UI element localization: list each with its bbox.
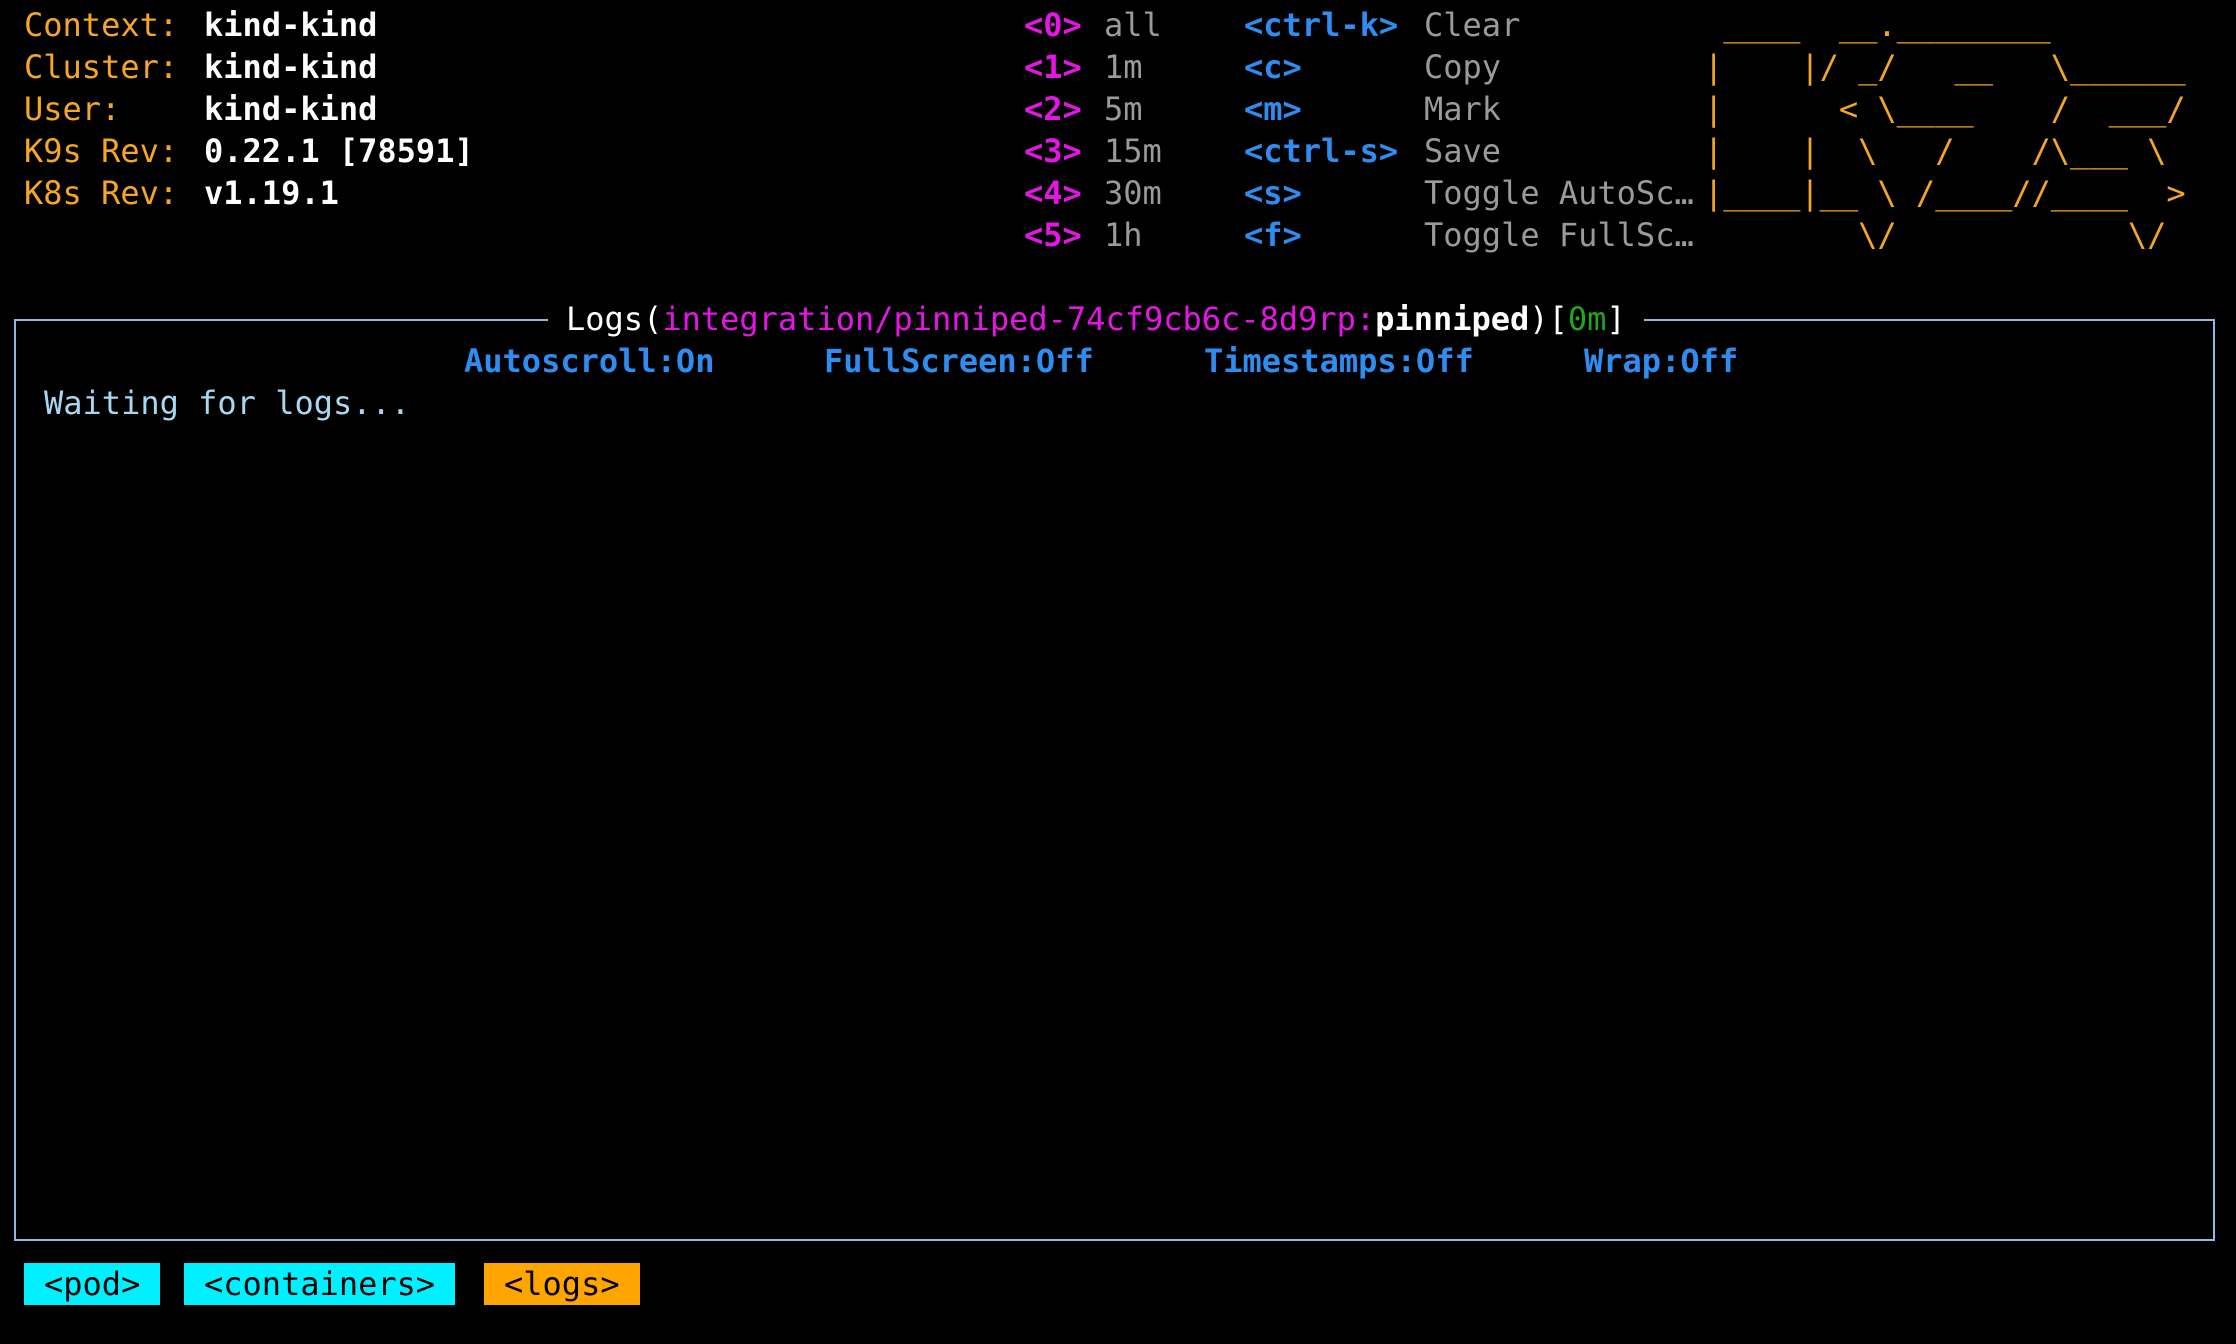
hotkey-c[interactable]: <c> (1244, 46, 1302, 88)
pod-path: integration/pinniped-74cf9cb6c-8d9rp: (662, 300, 1376, 338)
hotkey-ctrl-k[interactable]: <ctrl-k> (1244, 4, 1398, 46)
hotkey-f[interactable]: <f> (1244, 214, 1302, 256)
hotkey-1-desc: 1m (1104, 48, 1143, 86)
logo-line: \/ \/ (1704, 216, 2186, 254)
hotkey-s[interactable]: <s> (1244, 172, 1302, 214)
logo-line: | | \ / /\___ \ (1704, 132, 2186, 170)
title-prefix: Logs( (566, 300, 663, 338)
k8s-rev-label: K8s Rev: (24, 174, 179, 212)
hotkey-3[interactable]: <3> (1024, 130, 1082, 172)
title-end: ] (1606, 300, 1626, 338)
hotkey-0-desc: all (1104, 6, 1162, 44)
title-close: )[ (1529, 300, 1568, 338)
hotkey-4[interactable]: <4> (1024, 172, 1082, 214)
user-label: User: (24, 90, 121, 128)
k8s-rev-value: v1.19.1 (204, 174, 339, 212)
context-label: Context: (24, 6, 179, 44)
autoscroll-status: Autoscroll:On (464, 342, 715, 380)
breadcrumb-containers[interactable]: <containers> (184, 1263, 456, 1305)
hotkey-f-desc: Toggle FullSc… (1424, 216, 1694, 254)
logo-line: ____ __.________ (1704, 6, 2186, 44)
breadcrumb-logs[interactable]: <logs> (484, 1263, 640, 1305)
hotkey-ctrl-k-desc: Clear (1424, 6, 1521, 44)
hotkey-c-desc: Copy (1424, 48, 1502, 86)
context-value: kind-kind (204, 6, 378, 44)
timestamps-status: Timestamps:Off (1204, 342, 1474, 380)
fullscreen-status: FullScreen:Off (824, 342, 1094, 380)
hotkey-3-desc: 15m (1104, 132, 1162, 170)
hotkey-1[interactable]: <1> (1024, 46, 1082, 88)
wrap-status: Wrap:Off (1584, 342, 1739, 380)
log-view-title: Logs(integration/pinniped-74cf9cb6c-8d9r… (548, 298, 1644, 340)
k9s-rev-label: K9s Rev: (24, 132, 179, 170)
hotkey-s-desc: Toggle AutoSc… (1424, 174, 1694, 212)
hotkey-5[interactable]: <5> (1024, 214, 1082, 256)
k9s-rev-value: 0.22.1 [78591] (204, 132, 474, 170)
logo-line: | < \____ / ___/ (1704, 90, 2186, 128)
hotkey-2[interactable]: <2> (1024, 88, 1082, 130)
hotkey-0[interactable]: <0> (1024, 4, 1082, 46)
hotkey-m-desc: Mark (1424, 90, 1502, 128)
since-value: 0m (1567, 300, 1607, 338)
cluster-value: kind-kind (204, 48, 378, 86)
log-message: Waiting for logs... (44, 384, 411, 422)
breadcrumb-pod[interactable]: <pod> (24, 1263, 161, 1305)
hotkey-5-desc: 1h (1104, 216, 1143, 254)
logo-line: |____|__ \ /____//____ > (1704, 174, 2186, 212)
hotkey-ctrl-s-desc: Save (1424, 132, 1502, 170)
user-value: kind-kind (204, 90, 378, 128)
hotkey-ctrl-s[interactable]: <ctrl-s> (1244, 130, 1398, 172)
cluster-label: Cluster: (24, 48, 179, 86)
container-name: pinniped (1375, 300, 1530, 338)
hotkey-2-desc: 5m (1104, 90, 1143, 128)
hotkey-m[interactable]: <m> (1244, 88, 1302, 130)
log-view-frame[interactable] (14, 319, 2215, 1241)
hotkey-4-desc: 30m (1104, 174, 1162, 212)
logo-line: | |/ _/ __ \______ (1704, 48, 2186, 86)
